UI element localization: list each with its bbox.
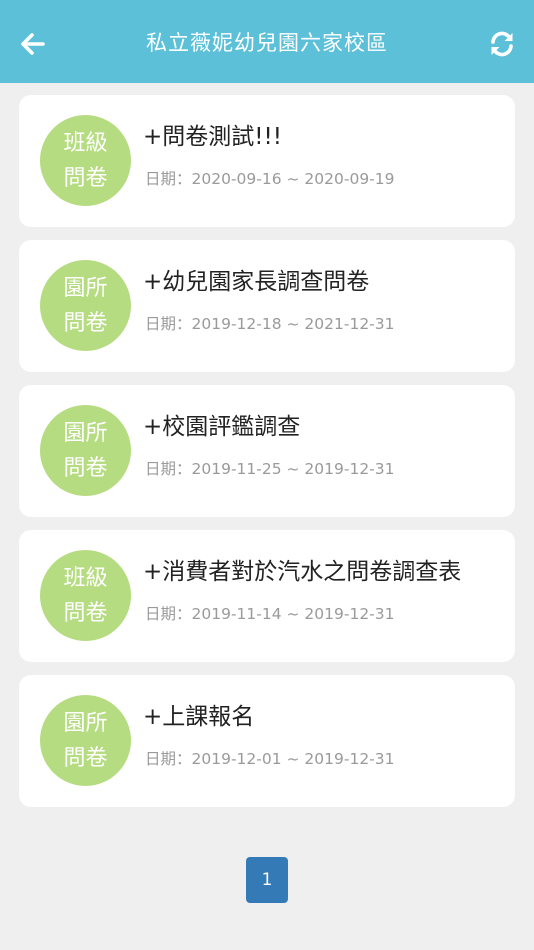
survey-type-badge: 園所 問卷 <box>40 405 131 496</box>
app-header: 私立薇妮幼兒園六家校區 <box>0 0 534 83</box>
survey-card[interactable]: 園所 問卷 +校園評鑑調查 日期：2019-11-25 ~ 2019-12-31 <box>19 385 515 517</box>
arrow-left-icon <box>21 33 45 55</box>
badge-line-1: 園所 <box>63 420 108 446</box>
survey-card[interactable]: 班級 問卷 +消費者對於汽水之問卷調查表 日期：2019-11-14 ~ 201… <box>19 530 515 662</box>
survey-card[interactable]: 園所 問卷 +上課報名 日期：2019-12-01 ~ 2019-12-31 <box>19 675 515 807</box>
page-button-current[interactable]: 1 <box>246 857 288 903</box>
survey-type-badge: 園所 問卷 <box>40 260 131 351</box>
badge-line-2: 問卷 <box>63 165 108 191</box>
survey-card[interactable]: 班級 問卷 +問卷測試!!! 日期：2020-09-16 ~ 2020-09-1… <box>19 95 515 227</box>
survey-date: 日期：2019-11-14 ~ 2019-12-31 <box>145 605 395 623</box>
survey-type-badge: 班級 問卷 <box>40 550 131 641</box>
badge-line-2: 問卷 <box>63 310 108 336</box>
badge-line-1: 班級 <box>63 565 108 591</box>
badge-line-2: 問卷 <box>63 600 108 626</box>
survey-date: 日期：2019-12-01 ~ 2019-12-31 <box>145 750 395 768</box>
survey-card[interactable]: 園所 問卷 +幼兒園家長調查問卷 日期：2019-12-18 ~ 2021-12… <box>19 240 515 372</box>
survey-title: +幼兒園家長調查問卷 <box>143 269 370 295</box>
badge-line-1: 班級 <box>63 130 108 156</box>
refresh-icon <box>491 31 513 57</box>
refresh-button[interactable] <box>484 26 520 62</box>
page-title: 私立薇妮幼兒園六家校區 <box>146 30 388 55</box>
back-button[interactable] <box>14 26 50 62</box>
badge-line-2: 問卷 <box>63 745 108 771</box>
badge-line-1: 園所 <box>63 275 108 301</box>
survey-date: 日期：2019-12-18 ~ 2021-12-31 <box>145 315 395 333</box>
survey-date: 日期：2020-09-16 ~ 2020-09-19 <box>145 170 395 188</box>
survey-title: +校園評鑑調查 <box>143 414 301 440</box>
badge-line-1: 園所 <box>63 710 108 736</box>
survey-title: +上課報名 <box>143 704 255 730</box>
survey-title: +問卷測試!!! <box>143 124 282 150</box>
badge-line-2: 問卷 <box>63 455 108 481</box>
survey-type-badge: 班級 問卷 <box>40 115 131 206</box>
survey-list: 班級 問卷 +問卷測試!!! 日期：2020-09-16 ~ 2020-09-1… <box>19 95 515 820</box>
survey-date: 日期：2019-11-25 ~ 2019-12-31 <box>145 460 395 478</box>
survey-type-badge: 園所 問卷 <box>40 695 131 786</box>
survey-title: +消費者對於汽水之問卷調查表 <box>143 559 462 585</box>
